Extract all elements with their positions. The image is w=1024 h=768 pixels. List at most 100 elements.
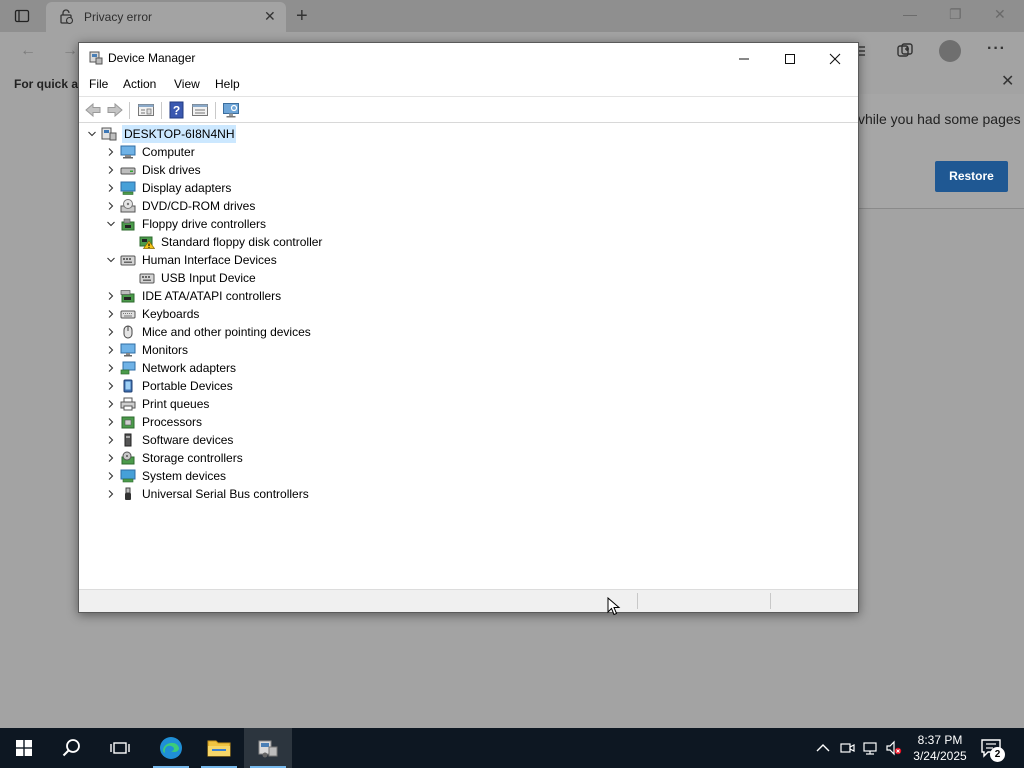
chevron-right-icon[interactable] xyxy=(107,166,115,174)
search-button[interactable] xyxy=(48,728,96,768)
maximize-button[interactable] xyxy=(767,43,813,73)
monitor-icon xyxy=(120,343,136,357)
forward-arrow-icon[interactable] xyxy=(106,101,124,119)
device-manager-icon xyxy=(89,51,103,65)
taskbar: 8:37 PM 3/24/2025 2 xyxy=(0,728,1024,768)
tab-actions-icon[interactable] xyxy=(14,8,30,24)
hid-icon xyxy=(120,255,136,266)
tree-item-label: Monitors xyxy=(142,343,189,357)
device-tree[interactable]: DESKTOP-6I8N4NH Computer Disk drives Displ… xyxy=(80,125,857,589)
maximize-icon xyxy=(785,54,795,65)
chevron-down-icon[interactable] xyxy=(107,256,115,264)
tab-close-icon[interactable]: ✕ xyxy=(264,8,276,25)
tree-item-label: Keyboards xyxy=(142,307,200,321)
chevron-right-icon[interactable] xyxy=(107,310,115,318)
chevron-right-icon[interactable] xyxy=(107,436,115,444)
system-device-icon xyxy=(120,469,136,483)
network-icon[interactable] xyxy=(863,740,879,756)
task-view-button[interactable] xyxy=(96,728,144,768)
chevron-down-icon[interactable] xyxy=(107,220,115,228)
close-message-icon[interactable]: ✕ xyxy=(1001,71,1014,91)
restore-message: vhile you had some pages xyxy=(858,111,1021,127)
taskbar-file-explorer[interactable] xyxy=(195,728,243,768)
svg-text:?: ? xyxy=(173,104,180,118)
start-button[interactable] xyxy=(0,728,48,768)
menu-help[interactable]: Help xyxy=(215,77,240,91)
toolbar-separator xyxy=(215,102,216,119)
browser-close-icon[interactable]: ✕ xyxy=(994,6,1006,23)
chevron-right-icon[interactable] xyxy=(107,364,115,372)
minimize-button[interactable] xyxy=(721,43,767,73)
minimize-icon xyxy=(739,58,749,60)
mouse-cursor-icon xyxy=(607,597,621,616)
software-device-icon xyxy=(124,433,132,447)
tree-item-label: Display adapters xyxy=(142,181,232,195)
network-adapter-icon xyxy=(120,361,136,375)
browser-restore-icon[interactable]: ❐ xyxy=(949,6,962,23)
chevron-right-icon[interactable] xyxy=(107,184,115,192)
chevron-right-icon[interactable] xyxy=(107,418,115,426)
chevron-right-icon[interactable] xyxy=(107,202,115,210)
usb-icon xyxy=(125,487,131,500)
browser-tab[interactable]: Privacy error ✕ xyxy=(46,2,286,32)
close-icon xyxy=(829,53,841,65)
chevron-down-icon[interactable] xyxy=(88,130,96,138)
chevron-right-icon[interactable] xyxy=(107,382,115,390)
back-icon[interactable]: ← xyxy=(20,42,36,60)
chevron-up-icon[interactable] xyxy=(815,740,831,756)
chevron-right-icon[interactable] xyxy=(107,400,115,408)
chevron-right-icon[interactable] xyxy=(107,472,115,480)
tree-item-label: Portable Devices xyxy=(142,379,233,393)
status-separator xyxy=(770,593,771,609)
tree-item-label: Storage controllers xyxy=(142,451,243,465)
status-separator xyxy=(637,593,638,609)
disk-drive-icon xyxy=(120,167,136,175)
window-title: Device Manager xyxy=(108,51,196,65)
restore-pages-panel: vhile you had some pages Restore xyxy=(858,94,1024,209)
chevron-right-icon[interactable] xyxy=(107,346,115,354)
collections-icon[interactable] xyxy=(896,42,914,60)
title-bar[interactable]: Device Manager xyxy=(79,43,858,73)
view-resources-icon[interactable] xyxy=(191,101,209,119)
chevron-right-icon[interactable] xyxy=(107,292,115,300)
scan-hardware-icon[interactable] xyxy=(222,101,240,119)
properties-view-icon[interactable] xyxy=(137,101,155,119)
menu-file[interactable]: File xyxy=(89,77,108,91)
restore-button[interactable]: Restore xyxy=(935,161,1008,192)
help-icon[interactable]: ? xyxy=(168,101,186,119)
forward-icon[interactable]: → xyxy=(62,42,78,60)
taskbar-edge[interactable] xyxy=(147,728,195,768)
privacy-error-icon xyxy=(60,9,74,25)
device-manager-taskbar-icon xyxy=(258,740,278,758)
taskbar-device-manager[interactable] xyxy=(244,728,292,768)
back-arrow-icon[interactable] xyxy=(84,101,102,119)
clock[interactable]: 8:37 PM 3/24/2025 xyxy=(908,732,972,764)
chevron-right-icon[interactable] xyxy=(107,148,115,156)
tree-item-label: Software devices xyxy=(142,433,234,447)
computer-root-icon xyxy=(101,127,117,141)
meet-now-icon[interactable] xyxy=(839,740,855,756)
volume-muted-icon[interactable] xyxy=(886,740,902,756)
portable-device-icon xyxy=(123,379,133,393)
menu-view[interactable]: View xyxy=(174,77,200,91)
tree-item-label: System devices xyxy=(142,469,227,483)
tree-item-label: Disk drives xyxy=(142,163,201,177)
toolbar-separator xyxy=(161,102,162,119)
chevron-right-icon[interactable] xyxy=(107,328,115,336)
tree-item-label: DVD/CD-ROM drives xyxy=(142,199,256,213)
profile-avatar[interactable] xyxy=(939,40,961,62)
chevron-right-icon[interactable] xyxy=(107,454,115,462)
tree-item-label: Mice and other pointing devices xyxy=(142,325,311,339)
new-tab-icon[interactable]: + xyxy=(296,5,308,28)
browser-minimize-icon[interactable]: — xyxy=(903,6,917,22)
chevron-right-icon[interactable] xyxy=(107,490,115,498)
tree-item-label: Print queues xyxy=(142,397,210,411)
clock-time: 8:37 PM xyxy=(917,733,963,747)
close-button[interactable] xyxy=(812,43,858,73)
more-options-icon[interactable]: ··· xyxy=(987,40,1006,58)
folder-icon xyxy=(207,740,231,757)
menu-bar: File Action View Help xyxy=(79,73,858,95)
browser-tab-bar: Privacy error ✕ + — ❐ ✕ xyxy=(0,0,1024,32)
menu-action[interactable]: Action xyxy=(123,77,156,91)
device-manager-window: Device Manager File Action View Help ? D… xyxy=(78,42,859,613)
